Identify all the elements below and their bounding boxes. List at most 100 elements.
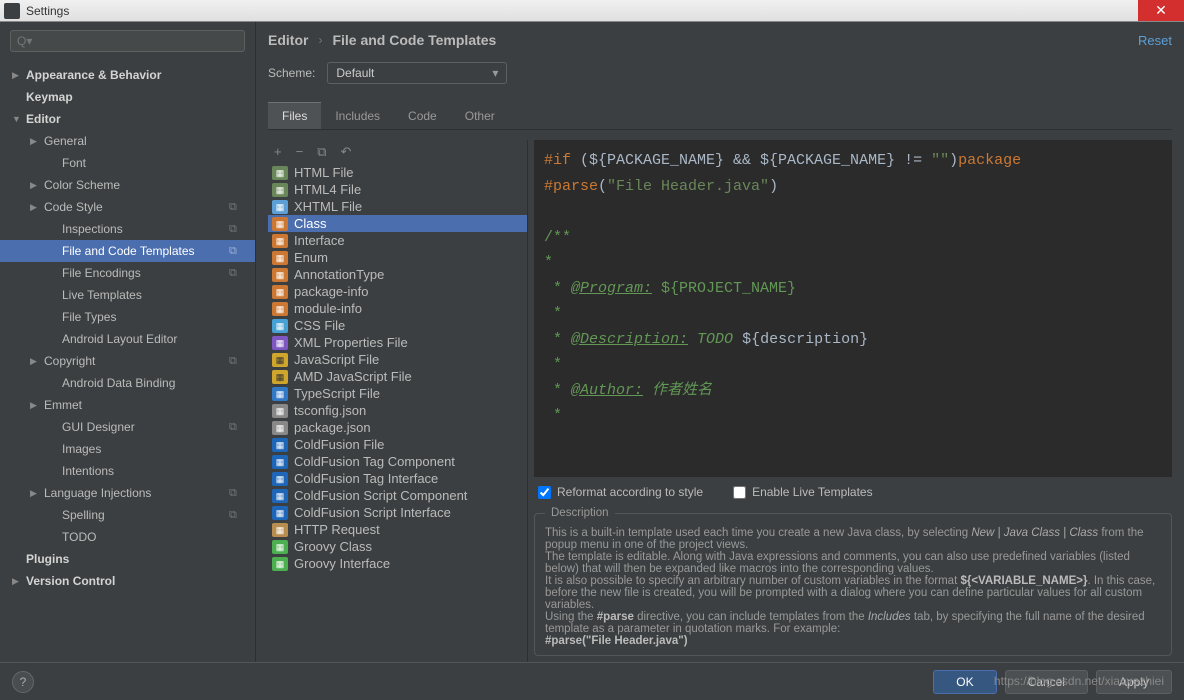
tree-item[interactable]: File and Code Templates⧉ <box>0 240 255 262</box>
file-icon: ▦ <box>272 285 288 299</box>
settings-tree[interactable]: ▶Appearance & BehaviorKeymap▼Editor▶Gene… <box>0 60 255 662</box>
template-item[interactable]: ▦XML Properties File <box>268 334 527 351</box>
tree-item[interactable]: ▶Language Injections⧉ <box>0 482 255 504</box>
undo-button[interactable]: ↶ <box>340 144 351 160</box>
remove-button[interactable]: − <box>296 144 304 160</box>
file-icon: ▦ <box>272 387 288 401</box>
live-templates-checkbox-input[interactable] <box>733 486 746 499</box>
help-button[interactable]: ? <box>12 671 34 693</box>
code-editor[interactable]: #if (${PACKAGE_NAME} && ${PACKAGE_NAME} … <box>534 140 1172 477</box>
template-item[interactable]: ▦HTML File <box>268 164 527 181</box>
tree-item[interactable]: ▶Color Scheme <box>0 174 255 196</box>
file-icon: ▦ <box>272 200 288 214</box>
template-item[interactable]: ▦CSS File <box>268 317 527 334</box>
tree-item[interactable]: ▶Version Control <box>0 570 255 592</box>
template-item[interactable]: ▦ColdFusion Script Component <box>268 487 527 504</box>
app-icon <box>4 3 20 19</box>
file-icon: ▦ <box>272 319 288 333</box>
description-title: Description <box>545 507 615 519</box>
titlebar: Settings ✕ <box>0 0 1184 22</box>
template-item[interactable]: ▦Enum <box>268 249 527 266</box>
tree-item[interactable]: Images <box>0 438 255 460</box>
file-icon: ▦ <box>272 353 288 367</box>
template-item[interactable]: ▦ColdFusion Tag Component <box>268 453 527 470</box>
tab[interactable]: Other <box>451 102 509 129</box>
template-item[interactable]: ▦ColdFusion Script Interface <box>268 504 527 521</box>
template-item[interactable]: ▦module-info <box>268 300 527 317</box>
file-icon: ▦ <box>272 234 288 248</box>
file-icon: ▦ <box>272 404 288 418</box>
add-button[interactable]: + <box>274 144 282 160</box>
file-icon: ▦ <box>272 302 288 316</box>
tree-item[interactable]: Inspections⧉ <box>0 218 255 240</box>
template-item[interactable]: ▦ColdFusion File <box>268 436 527 453</box>
tree-item[interactable]: Keymap <box>0 86 255 108</box>
breadcrumb-item[interactable]: Editor <box>268 32 308 48</box>
tree-item[interactable]: Android Layout Editor <box>0 328 255 350</box>
search-input[interactable] <box>10 30 245 52</box>
tree-item[interactable]: ▶Code Style⧉ <box>0 196 255 218</box>
tree-item[interactable]: File Encodings⧉ <box>0 262 255 284</box>
template-item[interactable]: ▦Groovy Class <box>268 538 527 555</box>
file-icon: ▦ <box>272 438 288 452</box>
file-icon: ▦ <box>272 217 288 231</box>
file-icon: ▦ <box>272 166 288 180</box>
template-item[interactable]: ▦TypeScript File <box>268 385 527 402</box>
tree-item[interactable]: Live Templates <box>0 284 255 306</box>
file-icon: ▦ <box>272 370 288 384</box>
copy-button[interactable]: ⧉ <box>317 144 326 160</box>
scheme-select[interactable]: Default <box>327 62 507 84</box>
tree-item[interactable]: ▶General <box>0 130 255 152</box>
template-item[interactable]: ▦tsconfig.json <box>268 402 527 419</box>
tree-item[interactable]: ▶Appearance & Behavior <box>0 64 255 86</box>
file-icon: ▦ <box>272 251 288 265</box>
template-item[interactable]: ▦XHTML File <box>268 198 527 215</box>
live-templates-checkbox[interactable]: Enable Live Templates <box>733 485 873 499</box>
template-item[interactable]: ▦AnnotationType <box>268 266 527 283</box>
template-item[interactable]: ▦HTML4 File <box>268 181 527 198</box>
template-item[interactable]: ▦Class <box>268 215 527 232</box>
tree-item[interactable]: ▼Editor <box>0 108 255 130</box>
template-list[interactable]: ▦HTML File▦HTML4 File▦XHTML File▦Class▦I… <box>268 164 527 662</box>
tree-item[interactable]: TODO <box>0 526 255 548</box>
template-item[interactable]: ▦JavaScript File <box>268 351 527 368</box>
file-icon: ▦ <box>272 268 288 282</box>
tree-item[interactable]: ▶Emmet <box>0 394 255 416</box>
template-item[interactable]: ▦Interface <box>268 232 527 249</box>
tree-item[interactable]: GUI Designer⧉ <box>0 416 255 438</box>
window-close-button[interactable]: ✕ <box>1138 0 1184 21</box>
description-panel: Description This is a built-in template … <box>534 507 1172 656</box>
template-item[interactable]: ▦HTTP Request <box>268 521 527 538</box>
file-icon: ▦ <box>272 489 288 503</box>
tree-item[interactable]: Android Data Binding <box>0 372 255 394</box>
file-icon: ▦ <box>272 183 288 197</box>
file-icon: ▦ <box>272 421 288 435</box>
tree-item[interactable]: ▶Copyright⧉ <box>0 350 255 372</box>
tree-item[interactable]: Plugins <box>0 548 255 570</box>
watermark: https://blog.csdn.net/xiaoyezhiei <box>994 674 1164 688</box>
tab[interactable]: Code <box>394 102 451 129</box>
scheme-label: Scheme: <box>268 66 315 80</box>
template-item[interactable]: ▦package.json <box>268 419 527 436</box>
tree-item[interactable]: Spelling⧉ <box>0 504 255 526</box>
template-tabs: FilesIncludesCodeOther <box>268 102 1172 130</box>
template-item[interactable]: ▦ColdFusion Tag Interface <box>268 470 527 487</box>
reset-link[interactable]: Reset <box>1138 33 1172 48</box>
tree-item[interactable]: File Types <box>0 306 255 328</box>
file-icon: ▦ <box>272 472 288 486</box>
file-icon: ▦ <box>272 455 288 469</box>
template-toolbar: + − ⧉ ↶ <box>268 140 527 164</box>
tab[interactable]: Includes <box>321 102 394 129</box>
reformat-checkbox[interactable]: Reformat according to style <box>538 485 703 499</box>
scheme-value: Default <box>336 66 374 80</box>
file-icon: ▦ <box>272 523 288 537</box>
tree-item[interactable]: Intentions <box>0 460 255 482</box>
tree-item[interactable]: Font <box>0 152 255 174</box>
tab[interactable]: Files <box>268 102 321 129</box>
reformat-checkbox-input[interactable] <box>538 486 551 499</box>
file-icon: ▦ <box>272 540 288 554</box>
template-item[interactable]: ▦package-info <box>268 283 527 300</box>
template-item[interactable]: ▦AMD JavaScript File <box>268 368 527 385</box>
template-item[interactable]: ▦Groovy Interface <box>268 555 527 572</box>
settings-sidebar: ▶Appearance & BehaviorKeymap▼Editor▶Gene… <box>0 22 256 662</box>
